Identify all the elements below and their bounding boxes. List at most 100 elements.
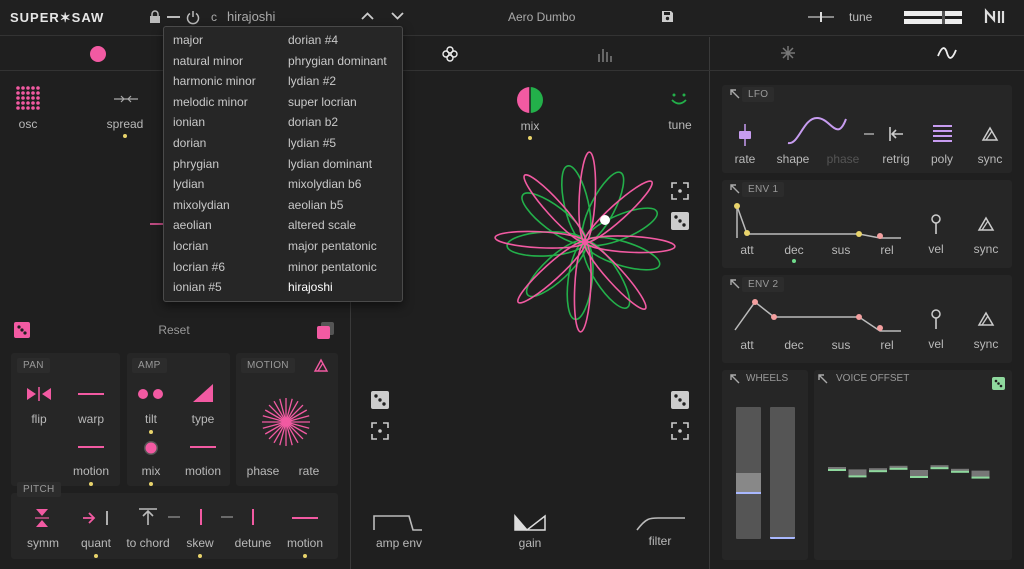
scale-menu-item[interactable]: melodic minor — [173, 95, 248, 109]
dice-icon[interactable] — [14, 322, 30, 338]
env2-dec-label: dec — [784, 338, 804, 352]
lfo-rate-icon[interactable] — [737, 124, 753, 146]
scale-menu-item[interactable]: major — [173, 33, 203, 47]
lfo-sync-icon[interactable] — [981, 126, 999, 141]
osc-grid-icon[interactable] — [16, 86, 40, 110]
scale-menu-item[interactable]: harmonic minor — [173, 74, 256, 88]
scale-menu-item[interactable]: lydian #2 — [288, 74, 336, 88]
scale-menu-item[interactable]: aeolian b5 — [288, 198, 343, 212]
retrig-icon[interactable] — [888, 127, 904, 141]
logo: SUPER✶SAW — [10, 10, 105, 25]
scale-menu-item[interactable]: aeolian — [173, 218, 212, 232]
scale-menu-item[interactable]: ionian #5 — [173, 280, 222, 294]
collapse-arrow-icon[interactable] — [818, 374, 828, 384]
focus-icon[interactable] — [371, 422, 389, 440]
scale-menu-item[interactable]: natural minor — [173, 54, 243, 68]
scale-menu-item[interactable]: phrygian dominant — [288, 54, 387, 68]
detune-icon[interactable] — [251, 508, 255, 526]
scale-menu-item[interactable]: locrian #6 — [173, 260, 225, 274]
focus-icon[interactable] — [671, 182, 689, 200]
rate-label: rate — [298, 464, 320, 478]
motion-warning-icon[interactable] — [313, 358, 329, 372]
scale-menu-item[interactable]: dorian #4 — [288, 33, 338, 47]
output-meter[interactable] — [904, 11, 962, 24]
scale-menu-item[interactable]: altered scale — [288, 218, 356, 232]
reset-button[interactable]: Reset — [158, 323, 189, 337]
power-icon[interactable] — [186, 10, 200, 25]
scale-menu-item[interactable]: lydian dominant — [288, 157, 372, 171]
scale-menu-item[interactable]: major pentatonic — [288, 239, 377, 253]
env1-graph[interactable] — [733, 202, 903, 242]
scale-menu-item[interactable]: lydian — [173, 177, 204, 191]
scale-menu-item[interactable]: hirajoshi — [288, 280, 333, 294]
starburst-icon[interactable] — [261, 397, 311, 447]
amp-motion-line-icon[interactable] — [190, 446, 216, 448]
pan-motion-line-icon[interactable] — [78, 446, 104, 448]
env1-sync-icon[interactable] — [977, 216, 995, 231]
save-icon[interactable] — [661, 10, 674, 23]
scale-menu-item[interactable]: dorian b2 — [288, 115, 338, 129]
oscillator-visualizer[interactable] — [460, 151, 676, 375]
symm-icon[interactable] — [35, 508, 49, 528]
collapse-arrow-icon[interactable] — [730, 89, 740, 99]
dice-icon[interactable] — [671, 391, 689, 409]
dice-icon[interactable] — [992, 377, 1005, 390]
scale-menu-item[interactable]: mixolydian — [173, 198, 230, 212]
copy-icon[interactable] — [317, 322, 334, 339]
collapse-arrow-icon[interactable] — [730, 279, 740, 289]
root-note[interactable]: c — [211, 10, 217, 24]
preset-name[interactable]: Aero Dumbo — [508, 10, 575, 24]
scale-selector[interactable]: hirajoshi — [227, 9, 275, 24]
skew-icon[interactable] — [199, 508, 239, 526]
scale-menu-item[interactable]: super locrian — [288, 95, 357, 109]
smiley-icon[interactable] — [670, 92, 688, 106]
collapse-arrow-icon[interactable] — [730, 184, 740, 194]
mod-wheel[interactable] — [770, 407, 795, 539]
spread-icon[interactable] — [114, 95, 138, 103]
filter-icon[interactable] — [636, 515, 686, 531]
poly-icon[interactable] — [933, 125, 952, 143]
scale-menu-item[interactable]: locrian — [173, 239, 208, 253]
lfo-phase-line[interactable] — [864, 133, 874, 135]
dice-icon[interactable] — [671, 212, 689, 230]
env1-vel-icon[interactable] — [930, 214, 942, 234]
quant-icon[interactable] — [82, 510, 110, 526]
warp-line-icon[interactable] — [78, 393, 104, 395]
gain-icon[interactable] — [514, 513, 546, 532]
focus-icon[interactable] — [671, 422, 689, 440]
minus-icon[interactable] — [167, 16, 180, 18]
center-tune-label: tune — [668, 118, 692, 132]
tune-slider-icon[interactable] — [808, 12, 834, 22]
lfo-shape-icon[interactable] — [787, 116, 847, 146]
mix-knob-half-icon[interactable] — [516, 86, 544, 114]
env2-graph[interactable] — [733, 297, 903, 337]
tab-asterisk-icon[interactable] — [781, 46, 795, 60]
tilt-icon[interactable] — [138, 389, 164, 399]
scale-menu-item[interactable]: minor pentatonic — [288, 260, 377, 274]
type-icon[interactable] — [193, 384, 213, 402]
to-chord-icon[interactable] — [138, 508, 182, 526]
lock-icon[interactable] — [149, 10, 161, 24]
voice-offset-bars[interactable] — [828, 455, 994, 485]
env2-sync-icon[interactable] — [977, 311, 995, 326]
tab-pink-dot[interactable] — [90, 46, 106, 62]
tab-wave-icon[interactable] — [937, 47, 957, 59]
filter-label: filter — [648, 534, 672, 548]
scale-menu-item[interactable]: phrygian — [173, 157, 219, 171]
scale-menu-item[interactable]: ionian — [173, 115, 205, 129]
tab-bars-icon[interactable] — [597, 46, 613, 62]
pitch-wheel-thumb[interactable] — [736, 473, 761, 494]
amp-env-icon[interactable] — [373, 513, 423, 531]
env2-vel-icon[interactable] — [930, 309, 942, 329]
collapse-arrow-icon[interactable] — [730, 374, 740, 384]
tab-flower-icon[interactable] — [442, 46, 458, 62]
scale-menu-item[interactable]: dorian — [173, 136, 206, 150]
dice-icon[interactable] — [371, 391, 389, 409]
scale-menu-item[interactable]: lydian #5 — [288, 136, 336, 150]
scale-menu-item[interactable]: mixolydian b6 — [288, 177, 361, 191]
flip-icon[interactable] — [27, 387, 51, 401]
chevron-down-icon[interactable] — [391, 12, 404, 20]
chevron-up-icon[interactable] — [361, 12, 374, 20]
mix-knob-icon[interactable] — [143, 440, 159, 456]
pitch-motion-line-icon[interactable] — [292, 517, 318, 519]
